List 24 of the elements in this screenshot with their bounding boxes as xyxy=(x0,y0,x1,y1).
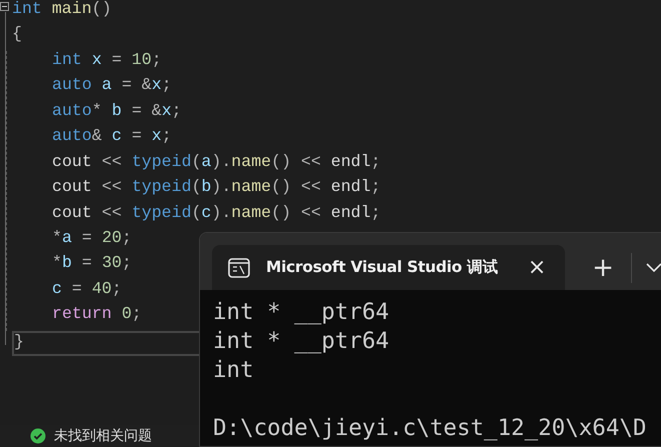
terminal-icon xyxy=(228,258,250,278)
close-tab-button[interactable]: × xyxy=(517,255,557,280)
code-line: return 0; xyxy=(52,305,142,326)
code-line: *b = 30; xyxy=(52,254,132,274)
code-line: cout << typeid(b).name() << endl; xyxy=(52,178,381,198)
new-tab-button[interactable]: + xyxy=(583,245,623,290)
console-line: int xyxy=(213,356,254,385)
collapse-icon[interactable] xyxy=(0,2,9,11)
code-line: auto* b = &x; xyxy=(52,102,182,122)
code-line: { xyxy=(12,25,22,46)
code-line: c = 40; xyxy=(52,280,122,300)
code-line: cout << typeid(c).name() << endl; xyxy=(52,204,381,224)
console-line: int * __ptr64 xyxy=(213,298,390,327)
tab-title: Microsoft Visual Studio 调试 xyxy=(266,257,498,278)
terminal-tab[interactable]: Microsoft Visual Studio 调试 × xyxy=(212,245,565,290)
code-line: *a = 20; xyxy=(52,228,132,249)
code-line: auto& c = x; xyxy=(52,127,172,148)
chevron-down-icon[interactable] xyxy=(646,263,661,273)
code-line: auto a = &x; xyxy=(52,76,172,96)
status-message: 未找到相关问题 xyxy=(54,427,152,445)
console-line: D:\code\jieyi.c\test_12_20\x64\D xyxy=(213,414,646,443)
code-line: cout << typeid(a).name() << endl; xyxy=(52,152,381,173)
code-line: int main() xyxy=(12,0,112,20)
code-line: int x = 10; xyxy=(52,50,162,71)
